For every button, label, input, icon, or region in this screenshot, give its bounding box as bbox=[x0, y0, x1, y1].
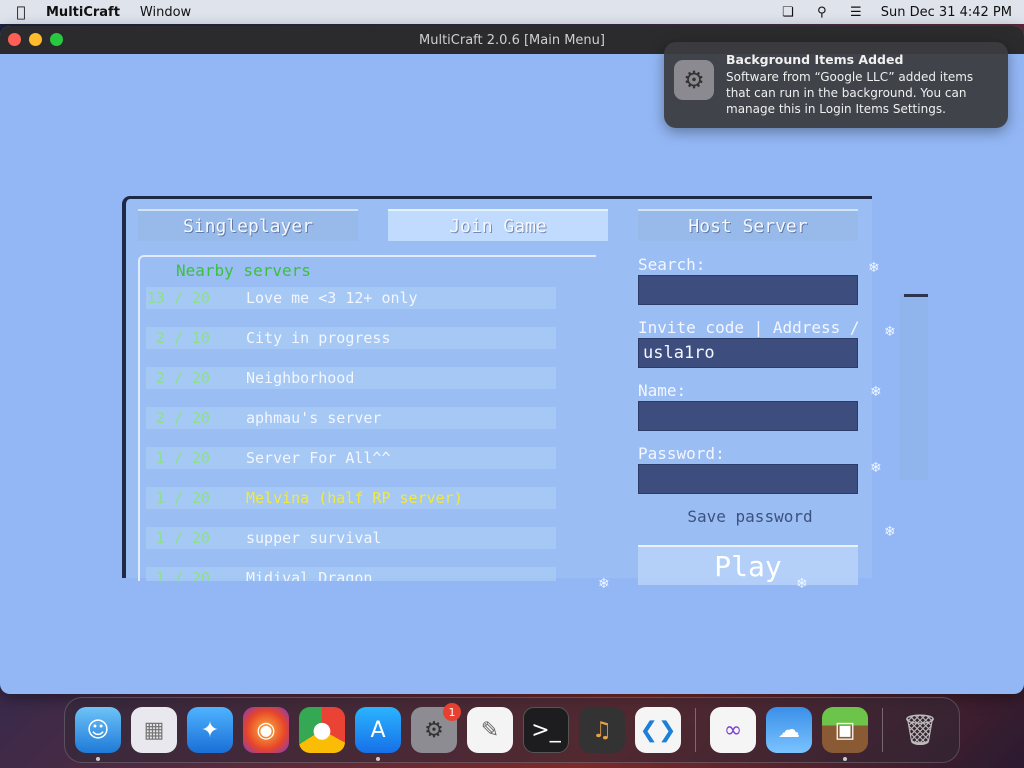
server-row[interactable]: 13 / 20 Love me <3 12+ only bbox=[146, 287, 556, 309]
vscode-icon[interactable]: ❮❯ bbox=[635, 707, 681, 753]
notification-title: Background Items Added bbox=[726, 52, 904, 67]
server-player-count: 2 / 10 bbox=[155, 329, 210, 347]
server-row[interactable]: 2 / 20 Neighborhood bbox=[146, 367, 556, 389]
server-name: City in progress bbox=[246, 329, 391, 347]
control-center-icon[interactable]: ☰ bbox=[847, 5, 865, 20]
server-name: Melvina (half RP server) bbox=[246, 489, 463, 507]
status-area: ❏ ⚲ ☰ Sun Dec 31 4:42 PM bbox=[779, 5, 1012, 20]
save-password-toggle[interactable]: Save password bbox=[638, 507, 862, 526]
search-input[interactable] bbox=[638, 275, 858, 305]
address-label: Invite code | Address / bbox=[638, 318, 860, 337]
server-row[interactable]: 1 / 20 supper survival bbox=[146, 527, 556, 549]
notification-text: Background Items Added Software from “Go… bbox=[726, 52, 998, 118]
search-label: Search: bbox=[638, 255, 706, 274]
server-name: Server For All^^ bbox=[246, 449, 391, 467]
server-player-count: 2 / 20 bbox=[155, 369, 210, 387]
clock[interactable]: Sun Dec 31 4:42 PM bbox=[881, 5, 1012, 20]
screen-mirroring-icon[interactable]: ❏ bbox=[779, 5, 797, 20]
main-menu-panel: Singleplayer Join Game Host Server Nearb… bbox=[122, 196, 872, 585]
visual-studio-icon[interactable]: ∞ bbox=[710, 707, 756, 753]
finder-icon[interactable]: ☺ bbox=[75, 707, 121, 761]
app-menu[interactable]: MultiCraft bbox=[46, 5, 120, 20]
snowflake-icon: ❄ bbox=[870, 460, 882, 476]
menu-bar:  MultiCraft Window ❏ ⚲ ☰ Sun Dec 31 4:4… bbox=[0, 0, 1024, 24]
server-player-count: 1 / 20 bbox=[155, 529, 210, 547]
terminal-icon[interactable]: >_ bbox=[523, 707, 569, 753]
snowflake-icon: ❄ bbox=[884, 524, 896, 540]
snowflake-icon: ❄ bbox=[598, 576, 610, 592]
tab-singleplayer[interactable]: Singleplayer bbox=[138, 209, 358, 241]
tab-join-game[interactable]: Join Game bbox=[388, 209, 608, 241]
system-settings-gear-icon: ⚙ bbox=[674, 60, 714, 100]
server-list[interactable]: Nearby servers 13 / 20 Love me <3 12+ on… bbox=[138, 255, 596, 581]
password-label: Password: bbox=[638, 444, 725, 463]
dock-separator bbox=[695, 708, 696, 752]
server-name: Midival Dragon bbox=[246, 569, 373, 581]
server-player-count: 1 / 20 bbox=[155, 489, 210, 507]
join-form: Search: Invite code | Address / usla1ro … bbox=[638, 255, 862, 585]
server-row[interactable]: 2 / 20 aphmau's server bbox=[146, 407, 556, 429]
tab-host-server[interactable]: Host Server bbox=[638, 209, 858, 241]
name-input[interactable] bbox=[638, 401, 858, 431]
server-name: aphmau's server bbox=[246, 409, 382, 427]
snowflake-icon: ❄ bbox=[884, 324, 896, 340]
server-player-count: 13 / 20 bbox=[146, 289, 210, 307]
multicraft-icon[interactable]: ▣ bbox=[822, 707, 868, 761]
system-settings-icon[interactable]: ⚙ 1 bbox=[411, 703, 461, 753]
server-row-selected[interactable]: 1 / 20 Melvina (half RP server) bbox=[146, 487, 556, 509]
server-name: Love me <3 12+ only bbox=[246, 289, 418, 307]
dock-separator bbox=[882, 708, 883, 752]
snowflake-icon: ❄ bbox=[870, 384, 882, 400]
server-player-count: 2 / 20 bbox=[155, 409, 210, 427]
textedit-icon[interactable]: ✎ bbox=[467, 707, 513, 753]
maximize-button[interactable] bbox=[50, 33, 63, 46]
server-list-title: Nearby servers bbox=[176, 261, 311, 280]
notification-banner[interactable]: ⚙ Background Items Added Software from “… bbox=[664, 42, 1008, 128]
snowflake-icon: ❄ bbox=[796, 576, 808, 592]
play-button[interactable]: Play bbox=[638, 545, 858, 585]
scrollbar[interactable] bbox=[900, 294, 928, 480]
notification-badge: 1 bbox=[443, 703, 461, 721]
address-input[interactable]: usla1ro bbox=[638, 338, 858, 368]
window-controls bbox=[8, 33, 63, 46]
server-row[interactable]: 1 / 20 Midival Dragon bbox=[146, 567, 556, 581]
window-title: MultiCraft 2.0.6 [Main Menu] bbox=[419, 32, 605, 48]
app-store-icon[interactable]: A bbox=[355, 707, 401, 761]
firefox-icon[interactable]: ◉ bbox=[243, 707, 289, 753]
weather-icon[interactable]: ☁ bbox=[766, 707, 812, 753]
chrome-icon[interactable]: ● bbox=[299, 707, 345, 753]
search-icon[interactable]: ⚲ bbox=[813, 5, 831, 20]
dock: ☺ ▦ ✦ ◉ ● A ⚙ 1 ✎ >_ ♫ ❮❯ ∞ ☁ ▣ 🗑 bbox=[64, 697, 960, 763]
minimize-button[interactable] bbox=[29, 33, 42, 46]
server-name: Neighborhood bbox=[246, 369, 355, 387]
server-row[interactable]: 1 / 20 Server For All^^ bbox=[146, 447, 556, 469]
apple-menu-icon[interactable]:  bbox=[12, 3, 30, 21]
server-row[interactable]: 2 / 10 City in progress bbox=[146, 327, 556, 349]
server-player-count: 1 / 20 bbox=[155, 449, 210, 467]
game-canvas: Singleplayer Join Game Host Server Nearb… bbox=[0, 54, 1024, 694]
snowflake-icon: ❄ bbox=[868, 260, 880, 276]
launchpad-icon[interactable]: ▦ bbox=[131, 707, 177, 753]
safari-icon[interactable]: ✦ bbox=[187, 707, 233, 753]
close-button[interactable] bbox=[8, 33, 21, 46]
server-name: supper survival bbox=[246, 529, 382, 547]
notification-body: Software from “Google LLC” added items t… bbox=[726, 70, 974, 116]
server-player-count: 1 / 20 bbox=[155, 569, 210, 581]
garageband-icon[interactable]: ♫ bbox=[579, 707, 625, 753]
menu-window[interactable]: Window bbox=[140, 5, 191, 20]
trash-icon[interactable]: 🗑 bbox=[897, 707, 943, 753]
name-label: Name: bbox=[638, 381, 687, 400]
password-input[interactable] bbox=[638, 464, 858, 494]
